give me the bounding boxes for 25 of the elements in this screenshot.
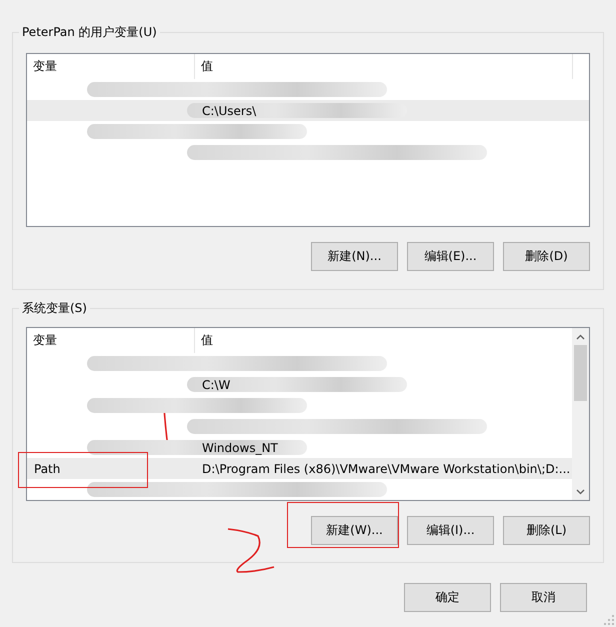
dialog-button[interactable]: 确定 xyxy=(404,583,491,612)
scrollbar-thumb[interactable] xyxy=(574,345,587,401)
scrollbar[interactable] xyxy=(572,328,589,500)
variable-value: Windows_NT xyxy=(202,440,278,454)
resize-grip-icon[interactable] xyxy=(604,615,614,625)
column-header[interactable]: 变量 xyxy=(27,54,195,79)
dialog-button[interactable]: 删除(D) xyxy=(503,242,590,271)
group-title: 系统变量(S) xyxy=(19,301,90,316)
variable-value: C:\W xyxy=(202,378,230,392)
dialog-button[interactable]: 取消 xyxy=(500,583,587,612)
column-header[interactable]: 变量 xyxy=(27,328,195,353)
dialog-button[interactable]: 新建(W)... xyxy=(311,516,398,545)
variable-row[interactable]: Path D:\Program Files (x86)\VMware\VMware Workstation\bin\;D:... xyxy=(27,458,572,479)
variable-row[interactable]: Windows_NT xyxy=(27,437,572,458)
dialog-button[interactable]: 编辑(E)... xyxy=(407,242,494,271)
group-title: PeterPan 的用户变量(U) xyxy=(19,25,160,40)
variable-name: Path xyxy=(34,462,60,476)
variable-row[interactable]: C:\Users\ xyxy=(27,100,589,121)
dialog-button[interactable]: 删除(L) xyxy=(503,516,590,545)
variable-value: D:\Program Files (x86)\VMware\VMware Workstation\bin\;D:... xyxy=(202,462,570,476)
variable-value: C:\Users\ xyxy=(202,104,256,118)
dialog-button[interactable]: 新建(N)... xyxy=(311,242,398,271)
variable-row[interactable]: C:\W xyxy=(27,374,572,395)
dialog-button[interactable]: 编辑(I)... xyxy=(407,516,494,545)
column-header[interactable]: 值 xyxy=(195,54,573,79)
